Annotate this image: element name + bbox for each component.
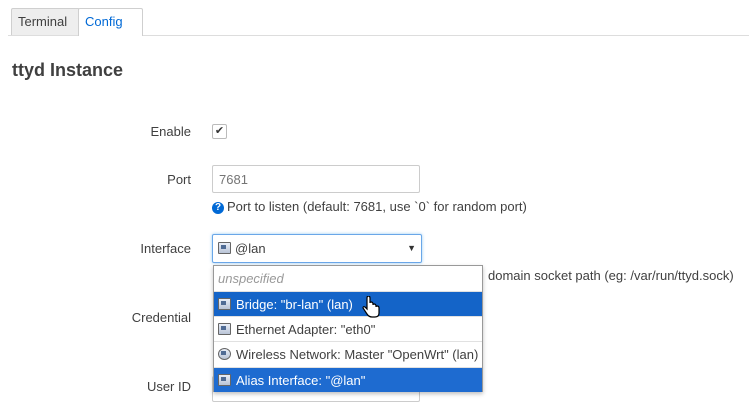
enable-checkbox[interactable]: ✔ <box>212 124 227 139</box>
help-icon: ? <box>212 202 224 214</box>
option-bridge[interactable]: Bridge: "br-lan" (lan) <box>214 291 482 316</box>
tab-bar: Terminal Config <box>8 8 749 36</box>
wireless-icon <box>218 348 231 360</box>
section-title: ttyd Instance <box>12 60 124 80</box>
alias-icon <box>218 242 231 254</box>
credential-label: Credential <box>131 310 191 325</box>
port-help: ? Port to listen (default: 7681, use `0` … <box>212 199 527 214</box>
chevron-down-icon: ▼ <box>407 243 416 253</box>
enable-label: Enable <box>150 124 191 139</box>
port-input[interactable] <box>212 165 420 193</box>
port-help-text: Port to listen (default: 7681, use `0` f… <box>227 199 527 214</box>
interface-selected-value: @lan <box>235 241 266 256</box>
user-id-label: User ID <box>146 379 191 394</box>
port-label: Port <box>167 172 191 187</box>
option-label: Ethernet Adapter: "eth0" <box>236 322 376 337</box>
ethernet-icon <box>218 323 231 335</box>
option-alias[interactable]: Alias Interface: "@lan" <box>214 367 482 392</box>
option-label: Bridge: "br-lan" (lan) <box>236 297 353 312</box>
interface-select[interactable]: @lan ▼ <box>212 234 422 263</box>
option-label: Alias Interface: "@lan" <box>236 373 366 388</box>
interface-label: Interface <box>140 241 191 256</box>
option-ethernet[interactable]: Ethernet Adapter: "eth0" <box>214 316 482 341</box>
tab-terminal[interactable]: Terminal <box>11 8 80 35</box>
tab-config[interactable]: Config <box>78 8 143 36</box>
option-label: Wireless Network: Master "OpenWrt" (lan) <box>236 347 479 362</box>
interface-dropdown-list: unspecified Bridge: "br-lan" (lan) Ether… <box>213 265 483 392</box>
interface-help: domain socket path (eg: /var/run/ttyd.so… <box>488 268 734 283</box>
option-unspecified[interactable]: unspecified <box>214 266 482 291</box>
bridge-icon <box>218 298 231 310</box>
alias-icon <box>218 374 231 386</box>
hand-cursor-icon <box>362 296 380 318</box>
option-wireless[interactable]: Wireless Network: Master "OpenWrt" (lan) <box>214 341 482 367</box>
